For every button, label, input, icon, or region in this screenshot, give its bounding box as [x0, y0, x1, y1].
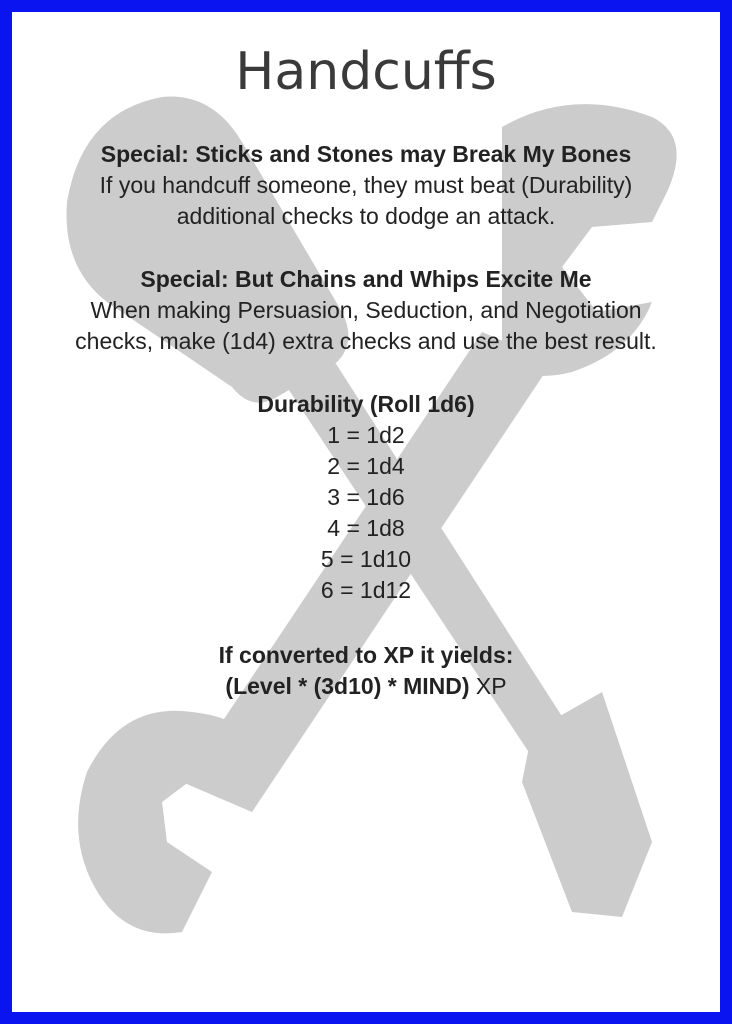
- xp-formula: (Level * (3d10) * MIND): [225, 673, 470, 699]
- durability-row: 1 = 1d2: [327, 422, 405, 448]
- card-title: Handcuffs: [235, 42, 497, 102]
- durability-row: 4 = 1d8: [327, 515, 405, 541]
- special-1-text-line-2: additional checks to dodge an attack.: [176, 203, 556, 229]
- xp-heading: If converted to XP it yields:: [218, 642, 514, 668]
- xp-formula-line: (Level * (3d10) * MIND) XP: [12, 671, 720, 702]
- special-1-heading: Special: Sticks and Stones may Break My …: [100, 141, 632, 167]
- durability-row: 5 = 1d10: [320, 546, 412, 572]
- durability-heading: Durability (Roll 1d6): [257, 391, 475, 417]
- special-2-text-line-2: checks, make (1d4) extra checks and use …: [75, 328, 657, 354]
- special-2-heading: Special: But Chains and Whips Excite Me: [140, 266, 592, 292]
- special-1-text-line-1: If you handcuff someone, they must beat …: [99, 172, 633, 198]
- item-card: Handcuffs Special: Sticks and Stones may…: [0, 0, 732, 1024]
- special-2-text-line-1: When making Persuasion, Seduction, and N…: [90, 297, 642, 323]
- durability-row: 2 = 1d4: [327, 453, 405, 479]
- durability-row: 6 = 1d12: [320, 577, 412, 603]
- xp-suffix: XP: [475, 673, 507, 699]
- durability-row: 3 = 1d6: [327, 484, 405, 510]
